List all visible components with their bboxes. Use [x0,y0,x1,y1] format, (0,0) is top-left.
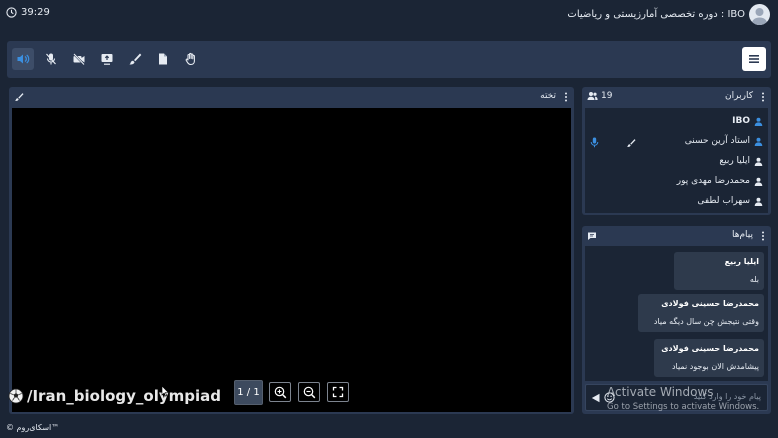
user-item[interactable]: ایلیا ربیع [719,152,763,170]
user-name: استاد آرین حسنی [684,136,750,146]
more-options-icon[interactable] [564,92,568,102]
user-icon [754,197,763,206]
speaker-button[interactable] [12,48,34,70]
microphone-button[interactable] [40,48,62,70]
message-item: محمدرضا حسینی فولادی پیشامدش الان بوجود … [654,339,764,377]
football-icon [8,388,24,404]
user-icon [754,157,763,166]
hand-icon [185,52,195,66]
speaker-icon [17,54,30,64]
send-icon[interactable] [591,393,600,403]
user-name: سهراب لطفی [697,196,750,206]
raise-hand-button[interactable] [180,48,202,70]
draw-button[interactable] [124,48,146,70]
user-item[interactable]: استاد آرین حسنی [685,132,763,150]
message-input-placeholder: پیام خود را وارد کنید [693,392,761,401]
watermark-text: /Iran_biology_olympiad [27,387,221,405]
top-bar: 39:29 IBO : دوره تخصصی آمارزیستی و ریاضی… [0,0,778,32]
message-input[interactable]: پیام خود را وارد کنید [585,384,768,411]
users-panel: 19 کاربران IBO استاد آرین حسنی ایلیا ربی… [582,87,771,215]
whiteboard-title: تخته [540,91,556,101]
user-name: IBO [732,116,750,126]
timer-value: 39:29 [21,7,50,18]
users-list: IBO استاد آرین حسنی ایلیا ربیع محمدرضا م… [585,108,768,213]
users-count: 19 [587,91,612,101]
user-name: ایلیا ربیع [719,156,750,166]
zoom-out-icon [303,386,315,398]
camera-button[interactable] [68,48,90,70]
fullscreen-icon [332,386,344,398]
message-item: ایلیا ربیع بله [674,252,764,290]
user-icon [754,137,763,146]
user-item[interactable]: سهراب لطفی [697,192,763,210]
brush-icon [129,53,142,65]
more-options-icon[interactable] [761,92,765,102]
user-brush-icon [626,138,636,148]
screen-share-button[interactable] [96,48,118,70]
file-icon [159,53,167,65]
brush-icon[interactable] [14,92,24,102]
user-icon [754,177,763,186]
users-title: کاربران [725,91,753,101]
users-count-value: 19 [601,91,613,101]
instagram-watermark: /Iran_biology_olympiad [8,387,221,405]
clock-icon [6,7,17,18]
zoom-in-button[interactable] [269,382,291,402]
message-item: محمدرضا حسینی فولادی وقتی نتیجش چن سال د… [638,294,764,332]
message-sender: ایلیا ربیع [724,257,759,266]
chat-area[interactable]: ایلیا ربیع بله محمدرضا حسینی فولادی وقتی… [585,246,768,381]
whiteboard-canvas[interactable] [12,108,571,412]
message-sender: محمدرضا حسینی فولادی [661,299,759,308]
menu-button[interactable] [742,47,766,71]
fullscreen-button[interactable] [327,382,349,402]
user-name: محمدرضا مهدی پور [676,176,750,186]
user-item[interactable]: محمدرضا مهدی پور [677,172,763,190]
avatar-user-icon [751,8,768,25]
screen-share-icon [101,54,113,65]
room-title: IBO : دوره تخصصی آمارزیستی و ریاضیات [567,9,745,20]
zoom-out-button[interactable] [298,382,320,402]
message-text: بله [749,275,759,284]
user-icon [754,117,763,126]
messages-title: پیام‌ها [731,230,753,240]
message-sender: محمدرضا حسینی فولادی [661,344,759,353]
camera-off-icon [73,53,85,66]
more-options-icon[interactable] [761,231,765,241]
messages-panel: پیام‌ها ایلیا ربیع بله محمدرضا حسینی فول… [582,226,771,414]
user-item[interactable]: IBO [732,112,763,130]
chat-icon [587,231,597,241]
whiteboard-panel: تخته [9,87,574,414]
toolbar [7,41,771,78]
user-microphone-icon [590,137,599,148]
avatar[interactable] [749,4,770,25]
file-button[interactable] [152,48,174,70]
emoji-icon[interactable] [604,392,615,403]
zoom-in-icon [274,386,286,398]
hamburger-menu-icon [749,55,759,63]
message-text: پیشامدش الان بوجود نمیاد [671,362,759,371]
footer-brand: © اسکای‌روم™ [6,423,60,432]
session-timer: 39:29 [6,7,50,18]
page-indicator: 1 / 1 [234,380,263,405]
mouse-cursor-icon [161,385,169,397]
microphone-muted-icon [46,53,56,65]
message-text: وقتی نتیجش چن سال دیگه میاد [653,317,759,326]
users-group-icon [587,91,598,101]
